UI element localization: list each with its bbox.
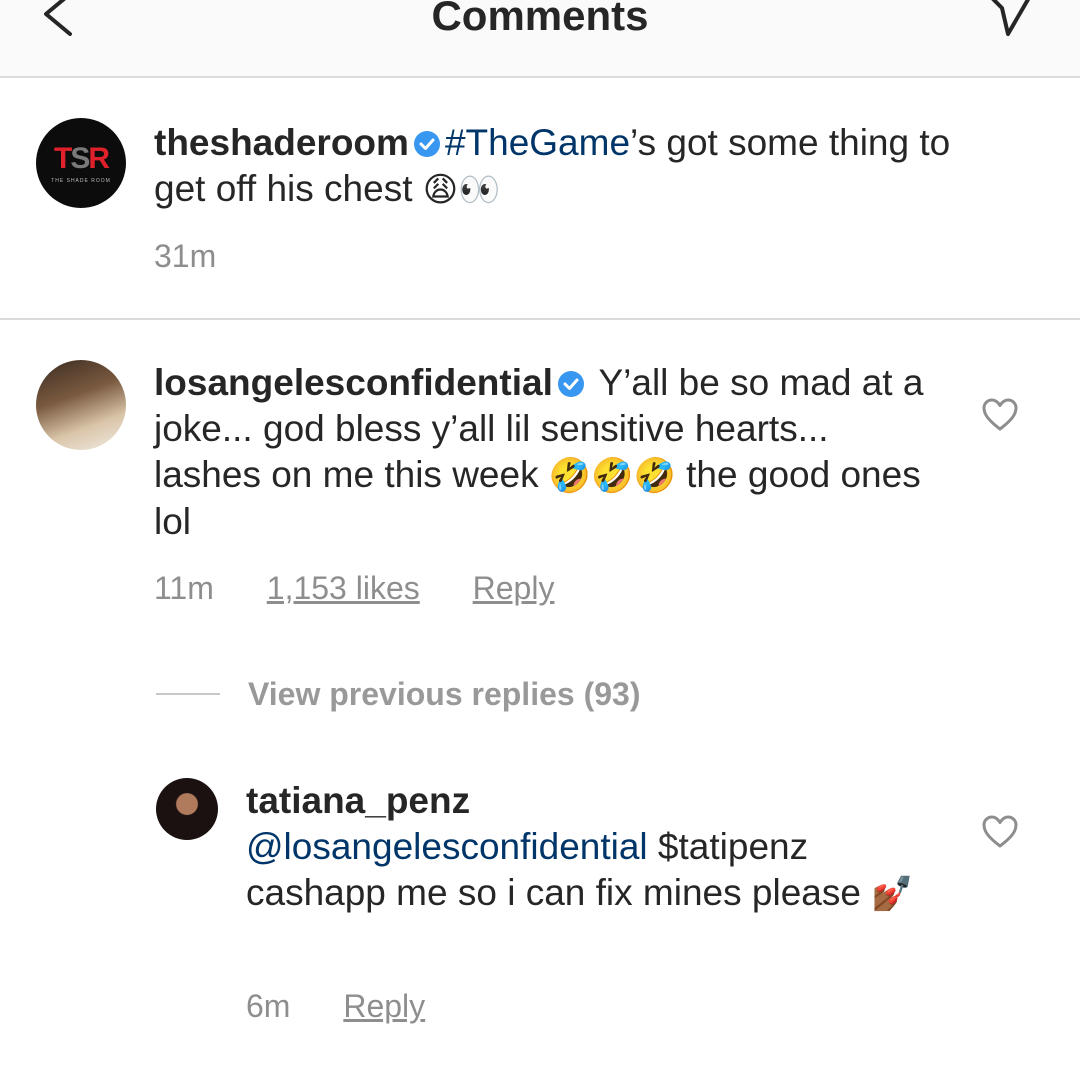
- comment-username[interactable]: losangelesconfidential: [154, 362, 553, 403]
- caption-emojis: 😩👀: [422, 170, 501, 210]
- reply-timestamp: 6m: [246, 988, 291, 1024]
- tsr-logo: TSR: [53, 142, 110, 175]
- avatar[interactable]: TSR THE SHADE ROOM: [36, 118, 126, 208]
- caption-text: theshaderoom #TheGame’s got some thing to…: [154, 120, 974, 213]
- comment-emojis: 🤣🤣🤣: [548, 456, 676, 496]
- reply-mention[interactable]: @losangelesconfidential: [246, 826, 648, 867]
- reply-button[interactable]: Reply: [343, 988, 425, 1024]
- verified-badge-icon: [413, 131, 440, 157]
- reply-text: tatiana_penz @losangelesconfidential $ta…: [246, 778, 946, 917]
- caption-hashtag[interactable]: #TheGame: [445, 122, 630, 163]
- divider: [156, 693, 220, 695]
- comment-meta: 11m 1,153 likes Reply: [154, 568, 554, 608]
- comment-text: losangelesconfidential Y’all be so mad a…: [154, 360, 944, 545]
- like-heart-icon[interactable]: [982, 815, 1018, 849]
- avatar[interactable]: [156, 778, 218, 840]
- comment-timestamp: 11m: [154, 570, 214, 606]
- reply-emoji: 💅🏾: [871, 874, 914, 914]
- page-title: Comments: [431, 0, 649, 39]
- reply-username[interactable]: tatiana_penz: [246, 780, 470, 821]
- likes-count-link[interactable]: 1,153 likes: [267, 570, 420, 606]
- avatar[interactable]: [36, 360, 126, 450]
- caption-meta: 31m: [154, 236, 216, 276]
- tsr-logo-subtitle: THE SHADE ROOM: [51, 178, 111, 184]
- reply-button[interactable]: Reply: [473, 570, 555, 606]
- verified-badge-icon: [557, 371, 584, 397]
- send-icon[interactable]: [988, 0, 1032, 40]
- like-heart-icon[interactable]: [982, 398, 1018, 432]
- caption-username[interactable]: theshaderoom: [154, 122, 409, 163]
- reply-meta: 6m Reply: [246, 986, 425, 1026]
- post-caption: TSR THE SHADE ROOM theshaderoom #TheGame’…: [0, 78, 1080, 320]
- view-previous-replies-label: View previous replies (93): [248, 676, 641, 712]
- caption-timestamp: 31m: [154, 238, 217, 274]
- header-bar: Comments: [0, 0, 1080, 78]
